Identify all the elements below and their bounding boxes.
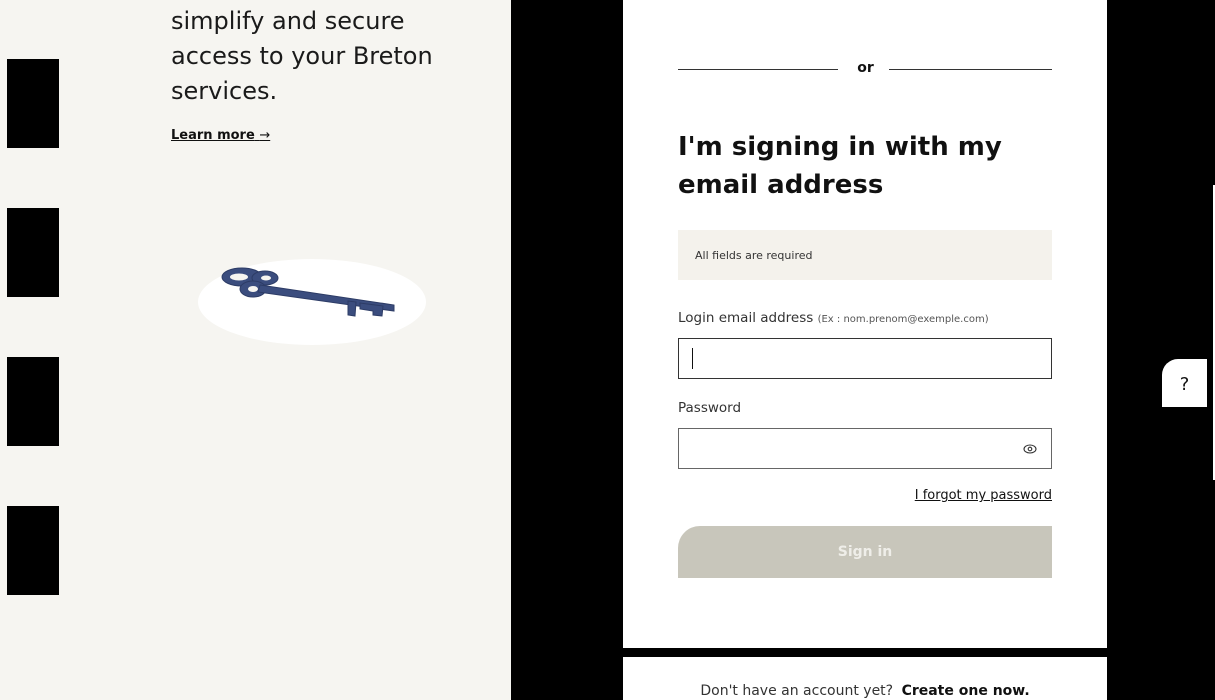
password-field[interactable] xyxy=(678,428,1052,469)
page-title: I'm signing in with my email address xyxy=(678,132,1002,200)
required-fields-notice: All fields are required xyxy=(678,230,1052,280)
arrow-right-icon: → xyxy=(259,128,271,143)
or-divider: or xyxy=(678,60,1052,80)
email-field[interactable] xyxy=(678,338,1052,379)
no-account-text: Don't have an account yet? xyxy=(700,683,894,699)
help-button[interactable]: ? xyxy=(1162,359,1207,407)
learn-more-link[interactable]: Learn more → xyxy=(171,128,270,143)
redacted-block xyxy=(7,506,59,595)
text-caret xyxy=(692,348,693,369)
redacted-block xyxy=(7,208,59,297)
password-label: Password xyxy=(678,400,742,416)
create-account-prompt: Don't have an account yet? Create one no… xyxy=(623,683,1107,699)
divider-line xyxy=(889,69,1052,70)
redacted-block xyxy=(7,59,59,148)
pitch-text: simplify and secure access to your Breto… xyxy=(171,7,433,105)
divider-line xyxy=(678,69,838,70)
divider-text: or xyxy=(857,60,874,76)
left-panel: simplify and secure access to your Breto… xyxy=(0,0,511,700)
eye-icon[interactable] xyxy=(1023,442,1037,456)
email-label-text: Login email address xyxy=(678,310,814,326)
email-label: Login email address (Ex : nom.prenom@exe… xyxy=(678,310,989,326)
create-account-link[interactable]: Create one now. xyxy=(902,683,1030,699)
redacted-block xyxy=(7,357,59,446)
learn-more-label: Learn more xyxy=(171,128,255,143)
email-format-hint: (Ex : nom.prenom@exemple.com) xyxy=(817,314,989,325)
login-card: or I'm signing in with my email address … xyxy=(623,0,1107,648)
forgot-password-link[interactable]: I forgot my password xyxy=(915,488,1052,503)
key-illustration xyxy=(198,259,426,345)
create-account-card: Don't have an account yet? Create one no… xyxy=(623,657,1107,700)
sign-in-button[interactable]: Sign in xyxy=(678,526,1052,578)
